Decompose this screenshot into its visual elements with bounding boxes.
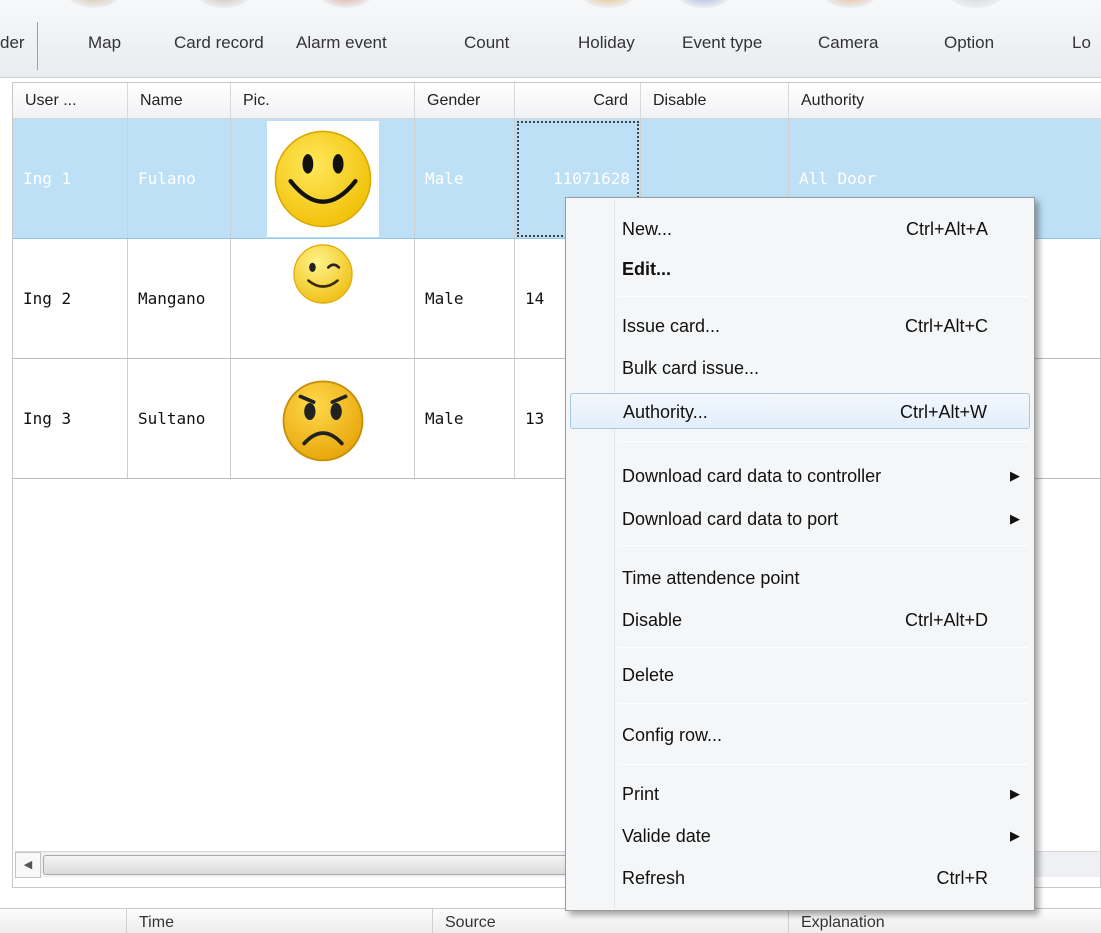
log-column-explanation[interactable]: Explanation [788, 909, 1101, 933]
cell-pic [231, 359, 415, 478]
menu-item-label: Disable [622, 610, 683, 630]
menu-item-download-to-controller[interactable]: Download card data to controller ▶ [570, 458, 1030, 494]
menu-item-label: Print [622, 784, 660, 804]
main-toolbar: der Map Card record Alarm event Count Ho… [0, 0, 1101, 78]
cell-user: Ing 3 [13, 359, 128, 478]
toolbar-icon-partial [580, 0, 636, 8]
menu-item-print[interactable]: Print ▶ [570, 776, 1030, 812]
menu-item-label: Download card data to controller [622, 466, 882, 486]
menu-item-label: Edit... [622, 259, 671, 279]
menu-item-bulk-card-issue[interactable]: Bulk card issue... [570, 350, 1030, 386]
menu-separator [618, 764, 1028, 765]
smiley-happy-icon [274, 130, 371, 227]
menu-item-refresh[interactable]: Refresh Ctrl+R [570, 860, 1030, 896]
toolbar-item-count[interactable]: Count [464, 33, 509, 53]
menu-item-valide-date[interactable]: Valide date ▶ [570, 818, 1030, 854]
log-column-source[interactable]: Source [432, 909, 788, 933]
cell-user: Ing 1 [13, 119, 128, 238]
toolbar-separator [37, 22, 38, 70]
column-header-pic[interactable]: Pic. [231, 83, 415, 119]
menu-item-shortcut: Ctrl+Alt+W [899, 402, 987, 422]
submenu-arrow-icon: ▶ [1010, 511, 1020, 526]
smiley-sad-icon [282, 379, 363, 461]
grid-header: User ... Name Pic. Gender Card Disable A… [13, 83, 1101, 119]
smiley-wink-icon [292, 244, 353, 304]
menu-item-shortcut: Ctrl+R [936, 868, 988, 888]
menu-item-label: Delete [622, 665, 675, 685]
cell-name: Sultano [128, 359, 231, 478]
menu-item-download-to-port[interactable]: Download card data to port ▶ [570, 501, 1030, 537]
menu-item-shortcut: Ctrl+Alt+C [904, 316, 988, 336]
cell-user: Ing 2 [13, 239, 128, 358]
menu-item-issue-card[interactable]: Issue card... Ctrl+Alt+C [570, 308, 1030, 344]
context-menu: New... Ctrl+Alt+A Edit... Issue card... … [565, 197, 1035, 911]
menu-item-authority[interactable]: Authority... Ctrl+Alt+W [570, 393, 1030, 429]
submenu-arrow-icon: ▶ [1010, 468, 1020, 483]
menu-item-delete[interactable]: Delete [570, 657, 1030, 693]
column-header-user[interactable]: User ... [13, 83, 128, 119]
scroll-left-icon[interactable]: ◀ [15, 852, 41, 878]
menu-item-label: New... [622, 219, 673, 239]
menu-item-disable[interactable]: Disable Ctrl+Alt+D [570, 602, 1030, 638]
menu-item-shortcut: Ctrl+Alt+D [904, 610, 988, 630]
toolbar-icon-partial [318, 0, 374, 8]
toolbar-icon-partial [676, 0, 732, 8]
cell-gender: Male [415, 119, 515, 238]
cell-gender: Male [415, 239, 515, 358]
menu-item-label: Refresh [622, 868, 686, 888]
menu-item-config-row[interactable]: Config row... [570, 717, 1030, 753]
menu-item-label: Time attendence point [622, 568, 800, 588]
cell-name: Fulano [128, 119, 231, 238]
submenu-arrow-icon: ▶ [1010, 786, 1020, 801]
menu-separator [618, 441, 1028, 442]
submenu-arrow-icon: ▶ [1010, 828, 1020, 843]
cell-pic [231, 119, 415, 238]
log-column-time[interactable]: Time [126, 909, 432, 933]
menu-separator [618, 703, 1028, 704]
scrollbar-thumb[interactable] [43, 855, 603, 875]
menu-item-label: Download card data to port [622, 509, 839, 529]
menu-item-label: Authority... [623, 402, 708, 422]
column-header-name[interactable]: Name [128, 83, 231, 119]
toolbar-item-option[interactable]: Option [944, 33, 994, 53]
menu-separator [618, 545, 1028, 546]
cell-gender: Male [415, 359, 515, 478]
menu-item-label: Valide date [622, 826, 711, 846]
toolbar-icon-partial [822, 0, 878, 8]
column-header-authority[interactable]: Authority [789, 83, 1101, 119]
toolbar-item-reader[interactable]: der [0, 33, 25, 53]
event-log-header: Time Source Explanation [0, 908, 1101, 933]
menu-item-label: Bulk card issue... [622, 358, 760, 378]
toolbar-icon-partial [196, 0, 252, 8]
toolbar-item-alarm-event[interactable]: Alarm event [296, 33, 387, 53]
menu-item-time-attendence-point[interactable]: Time attendence point [570, 560, 1030, 596]
menu-separator [618, 296, 1028, 297]
toolbar-item-log[interactable]: Lo [1072, 33, 1091, 53]
menu-item-shortcut: Ctrl+Alt+A [905, 219, 988, 239]
toolbar-item-card-record[interactable]: Card record [174, 33, 264, 53]
toolbar-item-event-type[interactable]: Event type [682, 33, 762, 53]
column-header-gender[interactable]: Gender [415, 83, 515, 119]
menu-item-label: Config row... [622, 725, 723, 745]
toolbar-item-holiday[interactable]: Holiday [578, 33, 635, 53]
toolbar-item-camera[interactable]: Camera [818, 33, 878, 53]
toolbar-icon-partial [948, 0, 1004, 8]
column-header-card[interactable]: Card [515, 83, 641, 119]
menu-item-new[interactable]: New... Ctrl+Alt+A [570, 211, 1030, 247]
menu-item-edit[interactable]: Edit... [570, 251, 1030, 287]
toolbar-icon-partial [66, 0, 122, 8]
menu-item-label: Issue card... [622, 316, 721, 336]
column-header-disable[interactable]: Disable [641, 83, 789, 119]
cell-pic [231, 239, 415, 358]
toolbar-item-map[interactable]: Map [88, 33, 121, 53]
menu-separator [618, 647, 1028, 648]
cell-name: Mangano [128, 239, 231, 358]
